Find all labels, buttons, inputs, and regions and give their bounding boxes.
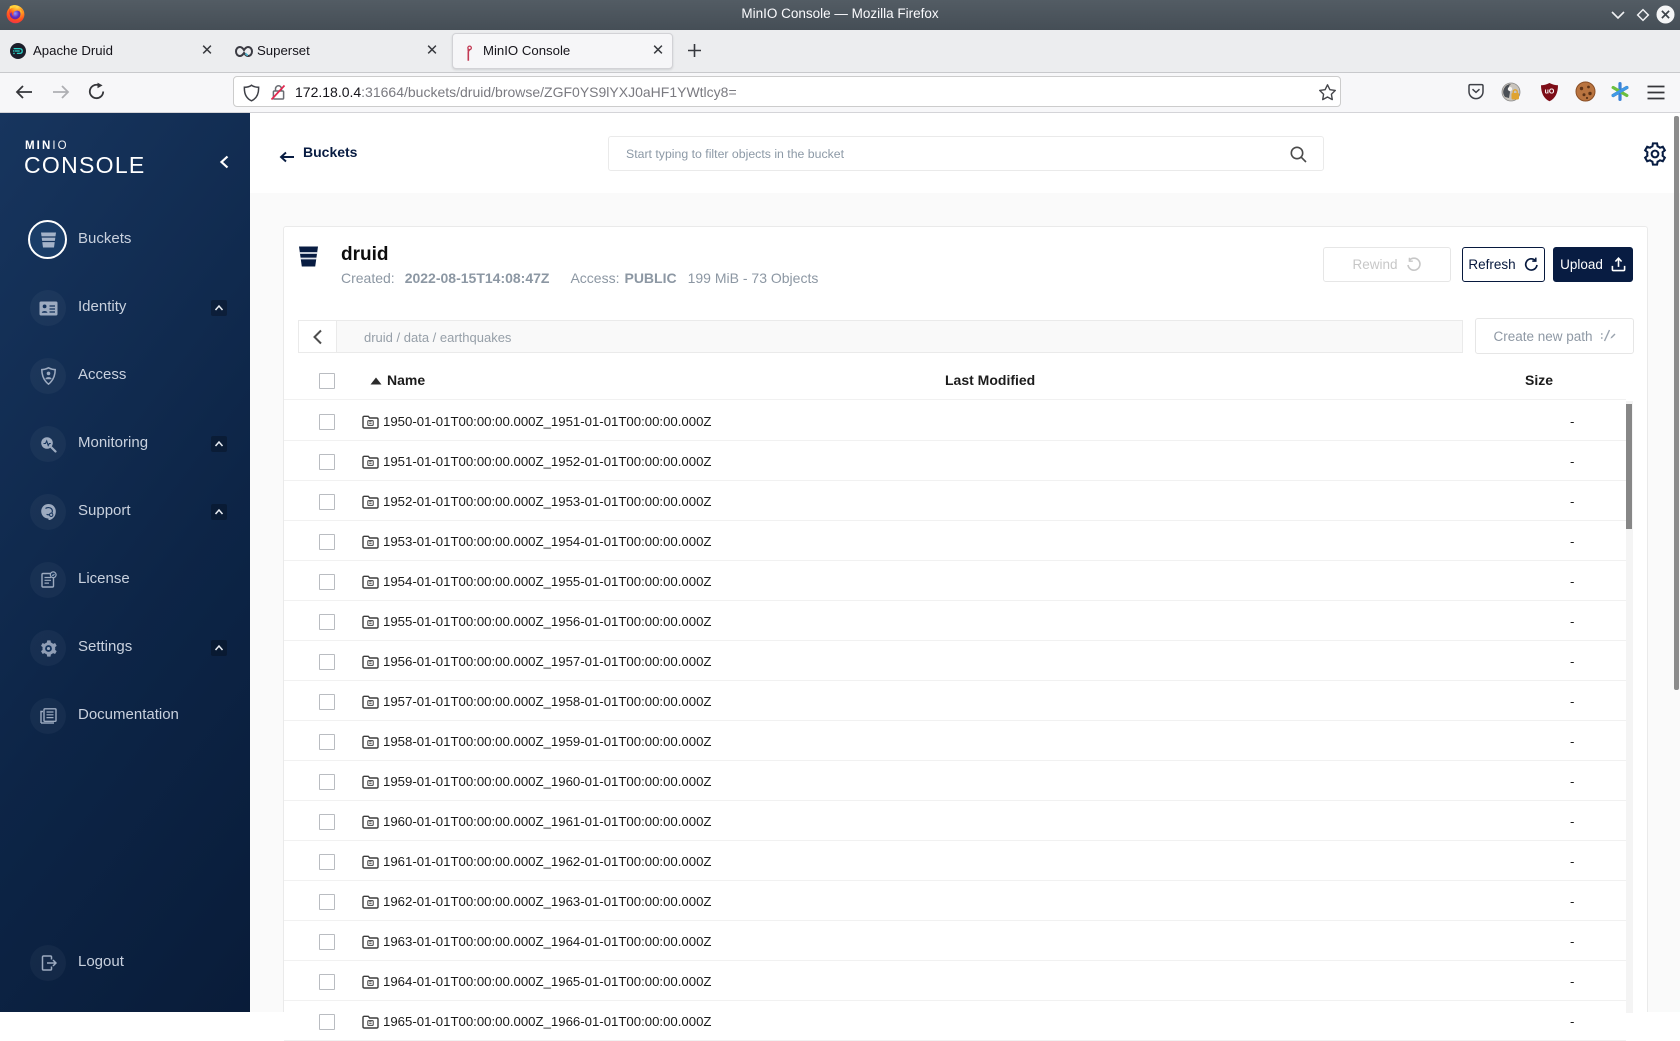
svg-text:uO: uO — [1545, 89, 1555, 96]
